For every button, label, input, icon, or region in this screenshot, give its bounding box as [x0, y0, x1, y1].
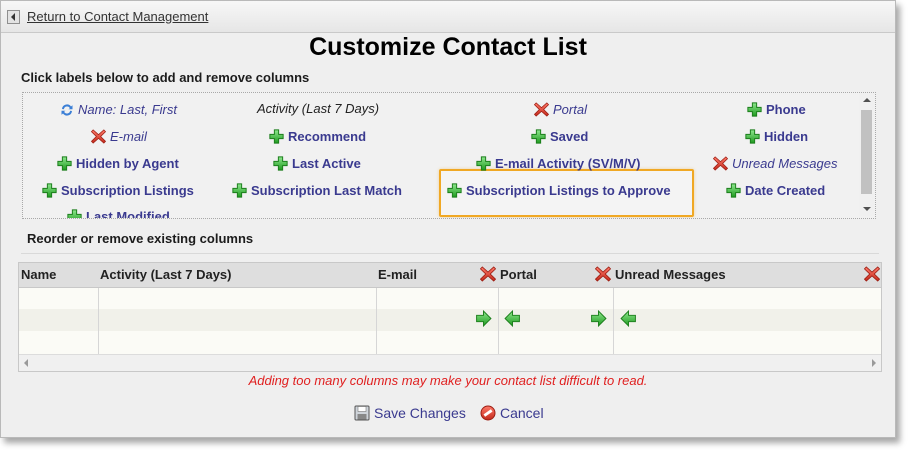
column-option-name[interactable]: Name: Last, First [60, 102, 177, 117]
column-option-activity: Activity (Last 7 Days) [257, 101, 380, 116]
header-activity: Activity (Last 7 Days) [100, 267, 232, 282]
add-icon [273, 156, 288, 171]
floppy-disk-icon [354, 405, 370, 421]
sort-icon [60, 103, 74, 117]
table-horizontal-scrollbar[interactable] [19, 354, 881, 371]
column-option-subscription-listings[interactable]: Subscription Listings [42, 183, 194, 198]
scroll-down-arrow-icon[interactable] [863, 207, 871, 211]
column-option-subscription-last-match[interactable]: Subscription Last Match [232, 183, 402, 198]
add-icon [531, 129, 546, 144]
move-right-arrow-icon[interactable] [590, 310, 607, 327]
table-header: Name Activity (Last 7 Days) E-mail Porta… [19, 263, 881, 288]
add-icon [42, 183, 57, 198]
remove-icon [713, 156, 728, 171]
column-option-date-created[interactable]: Date Created [726, 183, 825, 198]
cancel-icon [480, 405, 496, 421]
add-columns-label: Click labels below to add and remove col… [21, 70, 310, 85]
return-to-contact-management-link[interactable]: Return to Contact Management [27, 9, 208, 24]
column-option-portal[interactable]: Portal [534, 102, 587, 117]
reorder-columns-label: Reorder or remove existing columns [27, 231, 254, 246]
column-option-phone[interactable]: Phone [747, 102, 806, 117]
top-toolbar: Return to Contact Management [1, 1, 895, 33]
available-columns-scrollbar[interactable] [859, 93, 874, 216]
scroll-left-arrow-icon[interactable] [24, 359, 28, 367]
scroll-thumb[interactable] [861, 110, 872, 194]
move-right-arrow-icon[interactable] [475, 310, 492, 327]
column-option-email-activity[interactable]: E-mail Activity (SV/M/V) [476, 156, 640, 171]
column-option-subscription-listings-to-approve[interactable]: Subscription Listings to Approve [447, 183, 671, 198]
back-arrow-icon[interactable] [7, 10, 20, 24]
available-columns-panel: Name: Last, First Activity (Last 7 Days)… [22, 92, 876, 219]
column-option-unread-messages[interactable]: Unread Messages [713, 156, 838, 171]
customize-dialog: Return to Contact Management Customize C… [0, 0, 896, 438]
table-row [19, 288, 881, 309]
remove-portal-icon[interactable] [480, 266, 496, 282]
add-icon [57, 156, 72, 171]
column-option-hidden-by-agent[interactable]: Hidden by Agent [57, 156, 179, 171]
section-divider [21, 253, 879, 254]
add-icon [232, 183, 247, 198]
page-title: Customize Contact List [309, 33, 587, 61]
header-unread-messages: Unread Messages [615, 267, 726, 282]
column-option-recommend[interactable]: Recommend [269, 129, 366, 144]
table-row [19, 331, 881, 354]
add-icon [747, 102, 762, 117]
remove-icon [534, 102, 549, 117]
add-icon [269, 129, 284, 144]
scroll-right-arrow-icon[interactable] [872, 359, 876, 367]
move-left-arrow-icon[interactable] [504, 310, 521, 327]
warning-message: Adding too many columns may make your co… [248, 373, 648, 388]
remove-column-icon[interactable] [864, 266, 880, 282]
move-left-arrow-icon[interactable] [620, 310, 637, 327]
column-option-email[interactable]: E-mail [91, 129, 147, 144]
current-columns-table: Name Activity (Last 7 Days) E-mail Porta… [18, 262, 882, 372]
add-icon [476, 156, 491, 171]
header-name: Name [21, 267, 57, 282]
table-row [19, 309, 881, 331]
add-icon [745, 129, 760, 144]
cancel-button[interactable]: Cancel [480, 405, 544, 421]
column-option-last-modified[interactable]: Last Modified [67, 209, 170, 219]
column-option-last-active[interactable]: Last Active [273, 156, 361, 171]
remove-unread-messages-icon[interactable] [595, 266, 611, 282]
column-option-saved[interactable]: Saved [531, 129, 588, 144]
column-option-hidden[interactable]: Hidden [745, 129, 808, 144]
remove-icon [91, 129, 106, 144]
add-icon [67, 209, 82, 219]
save-changes-button[interactable]: Save Changes [354, 405, 466, 421]
add-icon [726, 183, 741, 198]
header-email: E-mail [378, 267, 418, 282]
header-portal: Portal [500, 267, 537, 282]
scroll-up-arrow-icon[interactable] [863, 98, 871, 102]
add-icon [447, 183, 462, 198]
